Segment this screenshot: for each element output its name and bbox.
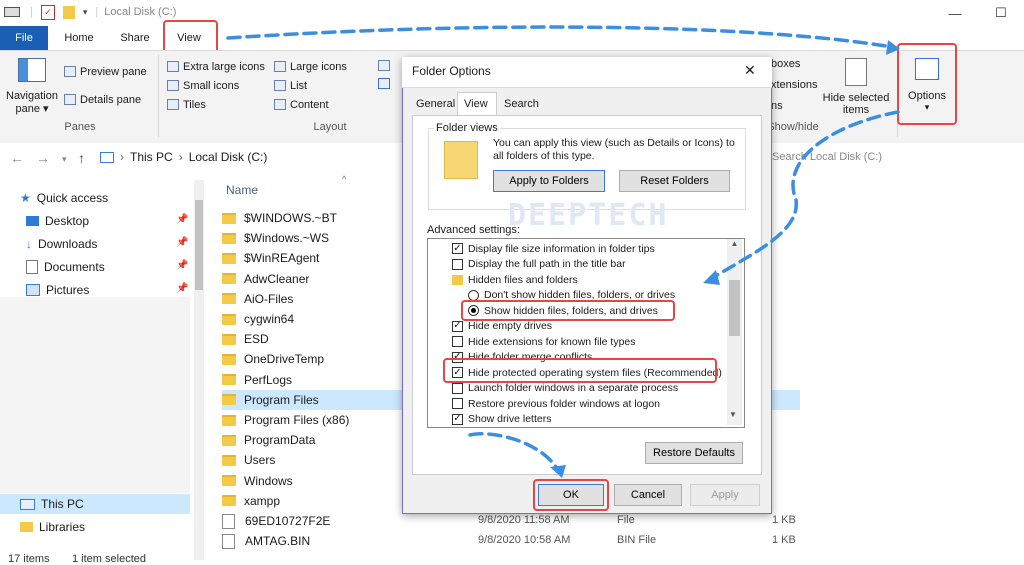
arrowhead-icon [886, 40, 900, 55]
arrow-options-to-dialog [710, 110, 900, 280]
arrow-list-to-ok [468, 432, 560, 472]
arrowhead-icon [703, 270, 720, 285]
annotation-arrows [226, 25, 900, 478]
arrow-view-to-options [226, 25, 894, 49]
arrowhead-icon [550, 465, 566, 478]
